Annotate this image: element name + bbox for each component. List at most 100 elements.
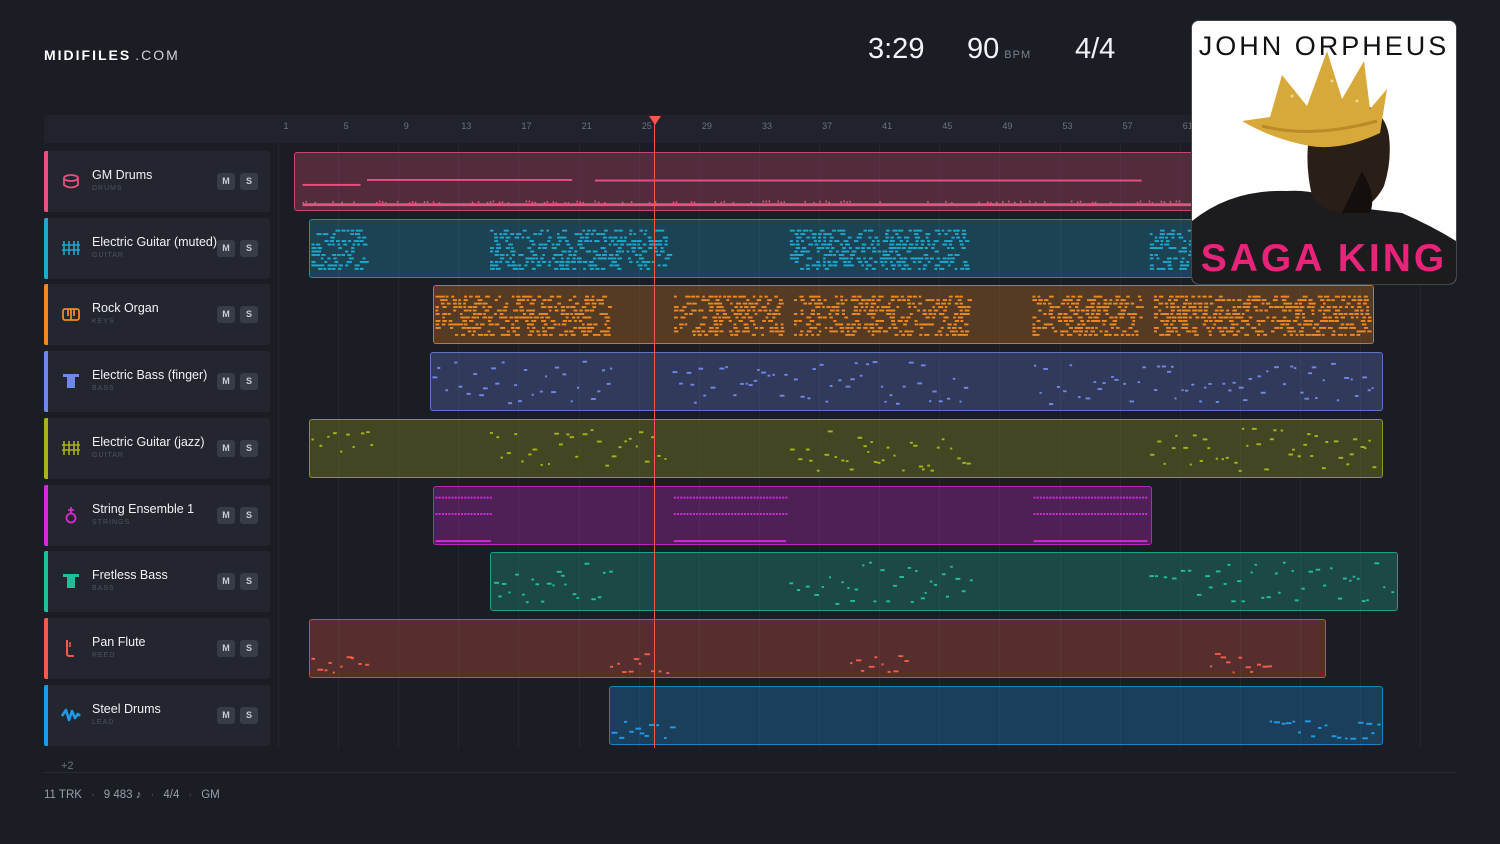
ruler-bar-label: 57	[1122, 121, 1133, 131]
track-name: Steel Drums	[92, 701, 161, 716]
brand-domain: .COM	[135, 47, 180, 63]
note-pattern	[435, 296, 1372, 337]
solo-button[interactable]: S	[240, 439, 258, 457]
midi-region[interactable]	[490, 552, 1399, 612]
note-count: 9 483 ♪	[103, 789, 142, 801]
ruler-bar-label: 1	[283, 121, 289, 131]
solo-button[interactable]: S	[240, 306, 258, 324]
track-category: GUITAR	[92, 251, 124, 259]
file-summary: 11 TRK · 9 483 ♪ · 4/4 · GM	[44, 789, 220, 801]
solo-button[interactable]: S	[240, 173, 258, 190]
track-category: STRINGS	[92, 518, 131, 526]
track-color-bar	[44, 417, 48, 479]
album-artwork: JOHN ORPHEUS SAGA KING	[1192, 21, 1456, 284]
more-tracks-indicator[interactable]: +2	[61, 760, 74, 772]
note-pattern	[311, 229, 1202, 270]
mute-button[interactable]: M	[217, 639, 235, 657]
song-duration: 3:29	[868, 33, 925, 65]
ruler-bar-label: 21	[581, 121, 592, 131]
track-name: Rock Organ	[92, 301, 159, 316]
track-header[interactable]: Pan Flute REED M S	[44, 617, 270, 679]
midi-region[interactable]	[308, 418, 1384, 478]
tempo-unit: BPM	[1004, 49, 1032, 61]
track-name: Electric Guitar (muted)	[92, 234, 218, 249]
track-header[interactable]: Electric Bass (finger) BASS M S	[44, 351, 270, 413]
drum-icon	[61, 171, 81, 191]
solo-button[interactable]: S	[240, 373, 258, 391]
midi-region[interactable]	[609, 685, 1384, 745]
album-cover: JOHN ORPHEUS SAGA KING	[1191, 20, 1457, 285]
track-color-bar	[44, 217, 48, 279]
footer-divider	[44, 772, 1456, 773]
ruler-bar-label: 17	[521, 121, 532, 131]
track-color-bar	[44, 484, 48, 546]
mute-button[interactable]: M	[217, 306, 235, 324]
bass-icon	[61, 571, 81, 591]
mute-button[interactable]: M	[217, 506, 235, 524]
track-color-bar	[44, 351, 48, 413]
mute-button[interactable]: M	[217, 706, 235, 724]
note-pattern	[611, 719, 1381, 740]
waveform-icon	[60, 705, 81, 725]
track-category: KEYS	[92, 318, 115, 326]
track-category: DRUMS	[92, 185, 123, 192]
track-category: REED	[92, 651, 116, 659]
track-header[interactable]: Electric Guitar (jazz) GUITAR M S	[44, 417, 270, 479]
playhead-handle[interactable]	[649, 116, 661, 125]
track-name: Pan Flute	[92, 634, 146, 649]
track-category: BASS	[92, 585, 115, 593]
album-artist: JOHN ORPHEUS	[1199, 31, 1450, 61]
track-header[interactable]: Rock Organ KEYS M S	[44, 284, 270, 346]
mute-button[interactable]: M	[217, 239, 235, 257]
midi-region[interactable]	[430, 352, 1384, 412]
track-color-bar	[44, 617, 48, 679]
track-name: GM Drums	[92, 168, 153, 182]
tempo-value: 90	[967, 33, 1000, 65]
track-name: Electric Guitar (jazz)	[92, 434, 205, 449]
solo-button[interactable]: S	[240, 573, 258, 591]
track-header[interactable]: String Ensemble 1 STRINGS M S	[44, 484, 270, 546]
time-signature: 4/4	[1075, 33, 1116, 65]
note-pattern	[311, 652, 1272, 674]
violin-icon	[61, 505, 81, 525]
solo-button[interactable]: S	[240, 706, 258, 724]
grid-line	[278, 143, 279, 748]
note-pattern	[432, 360, 1374, 406]
track-category: LEAD	[92, 718, 115, 726]
solo-button[interactable]: S	[240, 639, 258, 657]
track-header[interactable]: Electric Guitar (muted) GUITAR M S	[44, 217, 270, 279]
note-pattern	[494, 561, 1395, 606]
ruler-bar-label: 41	[882, 121, 893, 131]
track-color-bar	[44, 684, 48, 746]
midi-region[interactable]	[308, 618, 1327, 678]
mute-button[interactable]: M	[217, 373, 235, 391]
track-header[interactable]: Fretless Bass BASS M S	[44, 551, 270, 613]
midi-region[interactable]	[293, 152, 1203, 211]
track-header[interactable]: GM Drums DRUMS M S	[44, 151, 270, 212]
playhead[interactable]	[654, 122, 655, 748]
mute-button[interactable]: M	[217, 439, 235, 457]
ruler-bar-label: 9	[403, 121, 409, 131]
brand-name: MIDIFILES	[44, 47, 132, 63]
mute-button[interactable]: M	[217, 573, 235, 591]
midi-region[interactable]	[433, 485, 1152, 545]
solo-button[interactable]: S	[240, 506, 258, 524]
track-header[interactable]: Steel Drums LEAD M S	[44, 684, 270, 746]
tempo-display: 90 BPM	[967, 33, 1031, 66]
flute-icon	[61, 638, 81, 658]
midi-standard: GM	[201, 789, 220, 801]
ruler-bar-label: 53	[1062, 121, 1073, 131]
album-title: SAGA KING	[1201, 237, 1448, 280]
track-color-bar	[44, 551, 48, 613]
midi-region[interactable]	[308, 218, 1203, 278]
track-color-bar	[44, 284, 48, 346]
midi-region[interactable]	[433, 285, 1375, 345]
mute-button[interactable]: M	[217, 173, 235, 190]
track-name: String Ensemble 1	[92, 501, 195, 516]
solo-button[interactable]: S	[240, 239, 258, 257]
ruler-bar-label: 33	[761, 121, 772, 131]
bass-icon	[61, 371, 81, 391]
track-name: Electric Bass (finger)	[92, 368, 208, 383]
footer-signature: 4/4	[163, 789, 180, 801]
brand-logo: MIDIFILES .COM	[44, 47, 180, 63]
